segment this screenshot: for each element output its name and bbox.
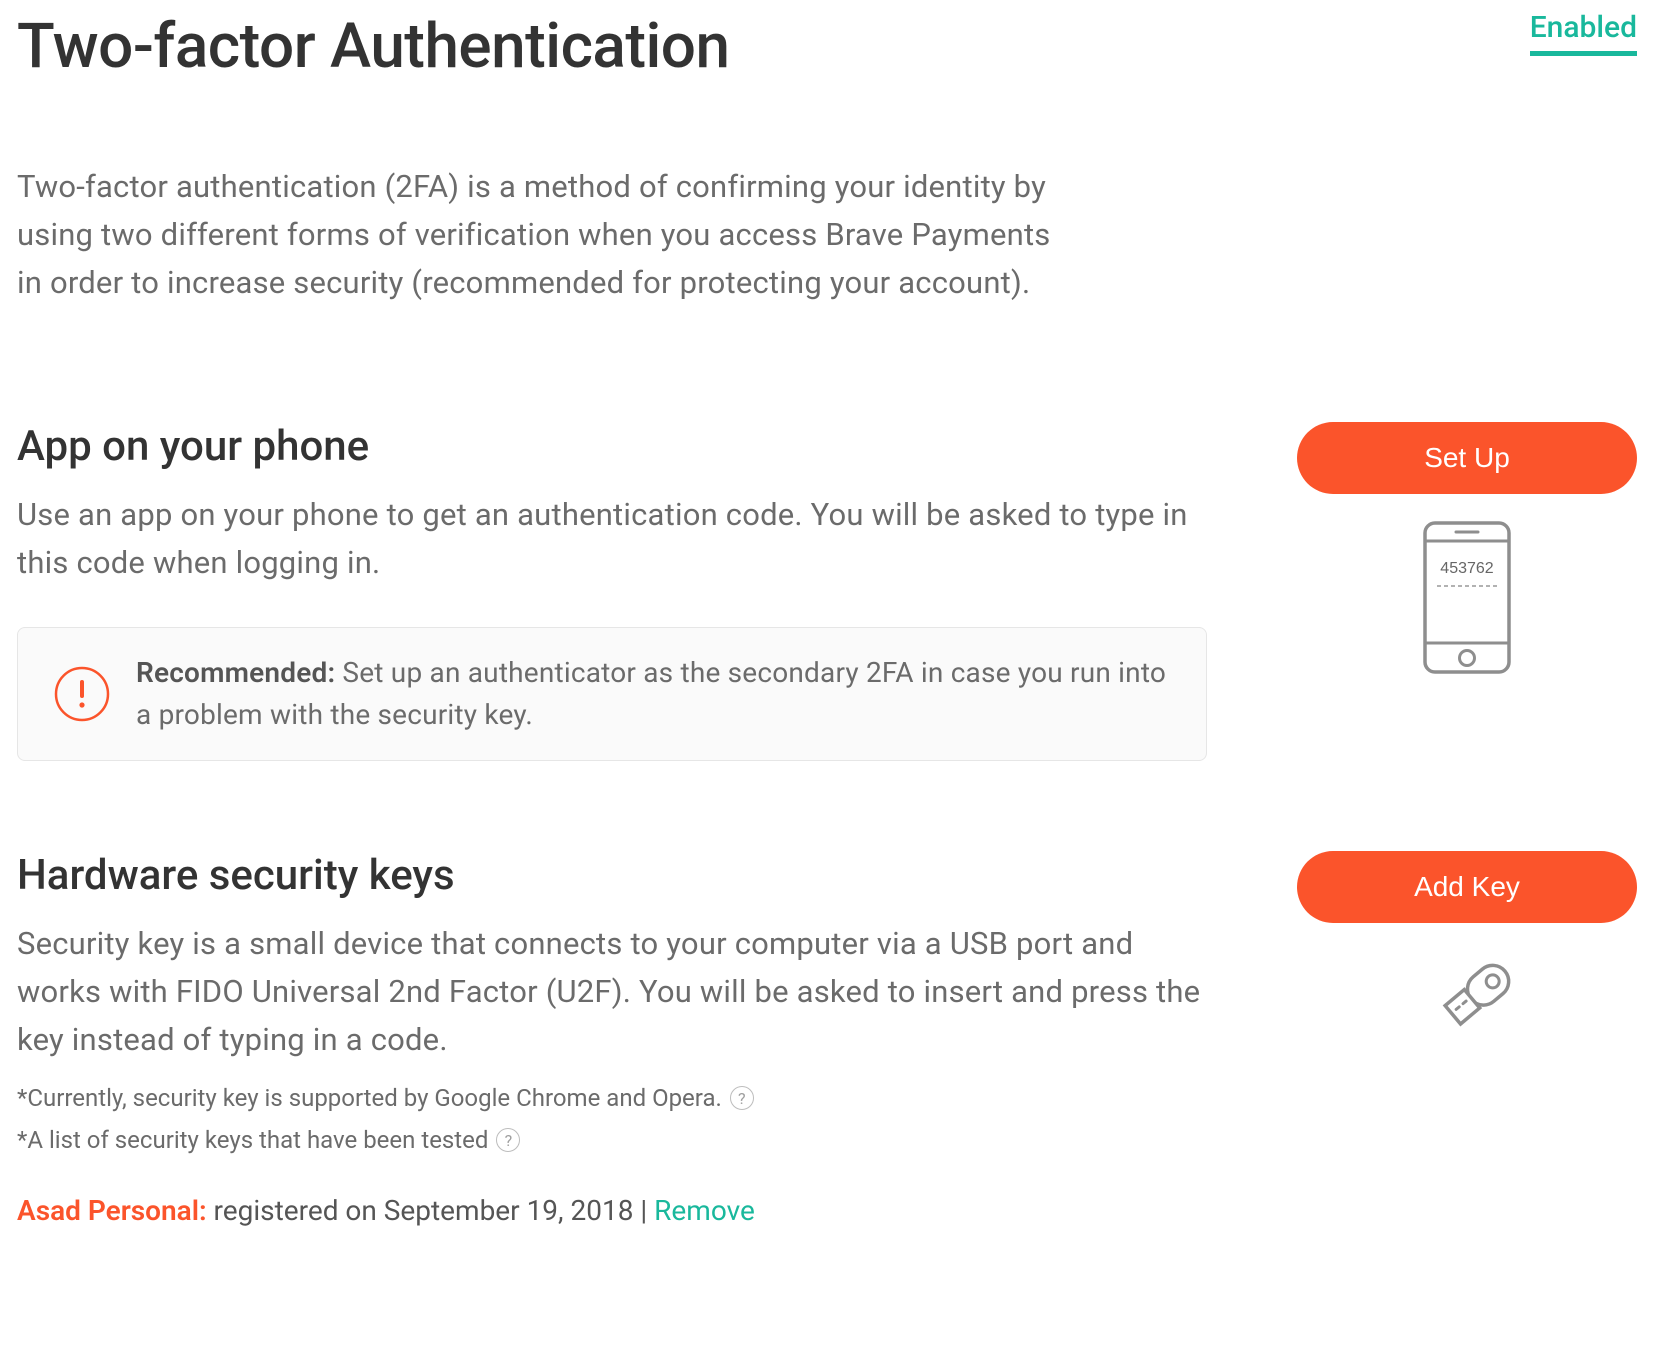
app-section-title: App on your phone: [17, 422, 1207, 471]
status-badge: Enabled: [1530, 10, 1637, 56]
info-label-strong: Recommended:: [136, 656, 335, 689]
page-header: Two-factor Authentication Enabled: [17, 10, 1637, 83]
registered-info: registered on September 19, 2018 |: [207, 1194, 655, 1227]
help-icon[interactable]: ?: [496, 1128, 520, 1152]
alert-icon: [54, 666, 110, 722]
info-box: Recommended: Set up an authenticator as …: [17, 627, 1207, 761]
footnote-text-1: *Currently, security key is supported by…: [17, 1084, 722, 1112]
hardware-section-description: Security key is a small device that conn…: [17, 920, 1207, 1064]
help-icon[interactable]: ?: [730, 1086, 754, 1110]
setup-button[interactable]: Set Up: [1297, 422, 1637, 494]
app-section-description: Use an app on your phone to get an authe…: [17, 491, 1207, 587]
page-description: Two-factor authentication (2FA) is a met…: [17, 163, 1067, 307]
info-text: Recommended: Set up an authenticator as …: [136, 652, 1170, 736]
add-key-button[interactable]: Add Key: [1297, 851, 1637, 923]
registered-key-line: Asad Personal: registered on September 1…: [17, 1194, 1207, 1227]
app-section: App on your phone Use an app on your pho…: [17, 422, 1637, 761]
hardware-section: Hardware security keys Security key is a…: [17, 851, 1637, 1227]
remove-link[interactable]: Remove: [654, 1194, 755, 1227]
registered-key-name: Asad Personal:: [17, 1194, 207, 1227]
page-title: Two-factor Authentication: [17, 10, 730, 83]
phone-icon: 453762: [1422, 520, 1512, 679]
footnote-browser-support: *Currently, security key is supported by…: [17, 1084, 1207, 1112]
hardware-section-title: Hardware security keys: [17, 851, 1207, 900]
svg-text:453762: 453762: [1440, 560, 1493, 577]
usb-key-icon: [1412, 949, 1522, 1053]
footnote-text-2: *A list of security keys that have been …: [17, 1126, 488, 1154]
footnote-tested-keys: *A list of security keys that have been …: [17, 1126, 1207, 1154]
